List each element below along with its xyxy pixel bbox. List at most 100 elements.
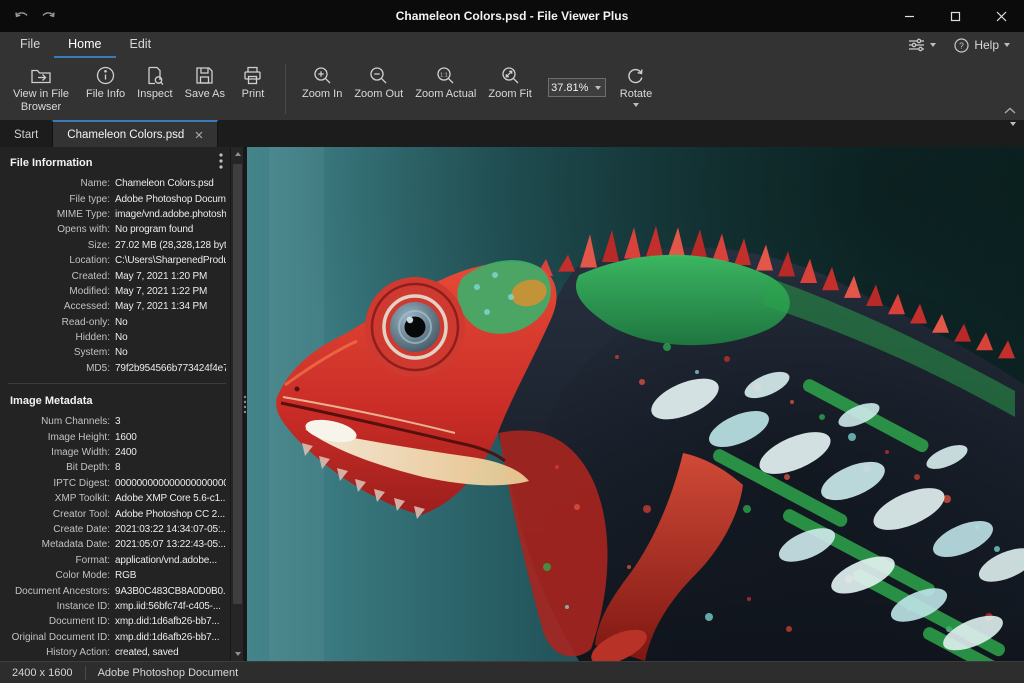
metadata-row: Hidden:No (8, 330, 226, 345)
scroll-down-button[interactable] (231, 647, 243, 661)
menu-home[interactable]: Home (54, 32, 115, 58)
inspect-button[interactable]: Inspect (131, 62, 178, 104)
chevron-down-icon (633, 103, 639, 107)
field-label: History Action: (8, 647, 110, 658)
field-value: May 7, 2021 1:20 PM (115, 271, 226, 282)
tab-start[interactable]: Start (0, 120, 52, 147)
field-value: No (115, 347, 226, 358)
redo-button[interactable] (40, 9, 56, 23)
help-button[interactable]: ? Help (954, 38, 1010, 53)
field-label: Color Mode: (8, 570, 110, 581)
menu-file[interactable]: File (6, 32, 54, 58)
metadata-row: Creator Tool: Adobe Photoshop CC 2... (8, 506, 226, 521)
print-icon (242, 65, 263, 86)
metadata-row: System: No (8, 345, 226, 360)
field-label: XMP Toolkit: (8, 493, 110, 504)
collapse-ribbon-button[interactable] (1004, 102, 1016, 117)
field-value: Adobe Photoshop CC 2... (115, 509, 226, 520)
save-as-button[interactable]: Save As (179, 62, 231, 104)
metadata-row: Create Date:2021:03:22 14:34:07-05:... (8, 522, 226, 537)
field-label: Read-only: (8, 317, 110, 328)
field-label: Creator Tool: (8, 509, 110, 520)
file-viewer-plus-window: Chameleon Colors.psd - File Viewer Plus … (0, 0, 1024, 683)
field-label: Created: (8, 271, 110, 282)
metadata-row: Size:27.02 MB (28,328,128 bytes) (8, 238, 226, 253)
view-in-file-browser-button[interactable]: View in File Browser (2, 62, 80, 116)
metadata-row: Image Width:2400 (8, 445, 226, 460)
chevron-down-icon (1010, 122, 1016, 141)
svg-text:1:1: 1:1 (440, 72, 448, 78)
panel-menu-button[interactable] (219, 153, 223, 172)
field-label: Create Date: (8, 524, 110, 535)
zoom-fit-button[interactable]: Zoom Fit (482, 62, 537, 104)
section-title: Image Metadata (10, 395, 226, 407)
info-icon (95, 65, 116, 86)
tab-close-button[interactable] (195, 131, 203, 139)
field-label: Document Ancestors: (8, 586, 110, 597)
metadata-row: Color Mode:RGB (8, 568, 226, 583)
help-label: Help (974, 38, 999, 52)
metadata-row: Format:application/vnd.adobe... (8, 553, 226, 568)
zoom-actual-button[interactable]: 1:1 Zoom Actual (409, 62, 482, 104)
field-label: File type: (8, 194, 110, 205)
field-value: image/vnd.adobe.photoshop (115, 209, 226, 220)
panel-section: File InformationName:Chameleon Colors.ps… (8, 157, 226, 376)
field-value: 8 (115, 462, 226, 473)
scrollbar-thumb[interactable] (233, 164, 242, 604)
field-label: Opens with: (8, 224, 110, 235)
save-icon (194, 65, 215, 86)
inspect-icon (144, 65, 165, 86)
field-value: 79f2b954566b773424f4e7e247c... (115, 363, 226, 374)
settings-button[interactable] (908, 38, 936, 52)
zoom-level-dropdown[interactable] (591, 79, 605, 96)
zoom-in-button[interactable]: Zoom In (296, 62, 348, 104)
metadata-row: Metadata Date:2021:05:07 13:22:43-05:... (8, 537, 226, 552)
rotate-button[interactable]: Rotate (614, 62, 658, 110)
field-label: MD5: (8, 363, 110, 374)
field-label: System: (8, 347, 110, 358)
metadata-panel: File InformationName:Chameleon Colors.ps… (0, 147, 243, 661)
tab-list-dropdown[interactable] (1010, 126, 1016, 141)
image-viewer[interactable] (247, 147, 1024, 661)
metadata-row: IPTC Digest:00000000000000000000000... (8, 476, 226, 491)
tab-chameleon-colors[interactable]: Chameleon Colors.psd (52, 120, 218, 147)
field-value: 2400 (115, 447, 226, 458)
print-button[interactable]: Print (231, 62, 275, 104)
field-label: Location: (8, 255, 110, 266)
zoom-in-icon (312, 65, 333, 86)
metadata-row: MIME Type:image/vnd.adobe.photoshop (8, 207, 226, 222)
minimize-button[interactable] (886, 0, 932, 32)
zoom-fit-icon (500, 65, 521, 86)
field-value: 27.02 MB (28,328,128 bytes) (115, 240, 226, 251)
folder-browse-icon (30, 65, 52, 86)
svg-text:?: ? (959, 40, 964, 50)
section-title: File Information (10, 157, 226, 169)
file-info-button[interactable]: File Info (80, 62, 131, 104)
panel-scrollbar[interactable] (230, 147, 243, 661)
statusbar: 2400 x 1600 Adobe Photoshop Document (0, 661, 1024, 683)
field-value: 9A3B0C483CB8A0D0B0... (115, 586, 226, 597)
metadata-row: Instance ID: xmp.iid:56bfc74f-c405-... (8, 599, 226, 614)
zoom-out-button[interactable]: Zoom Out (348, 62, 409, 104)
undo-button[interactable] (14, 9, 30, 23)
metadata-row: Accessed:May 7, 2021 1:34 PM (8, 299, 226, 314)
field-label: Metadata Date: (8, 539, 110, 550)
field-label: Num Channels: (8, 416, 110, 427)
field-value: xmp.iid:56bfc74f-c405-... (115, 601, 226, 612)
sliders-icon (908, 38, 925, 52)
field-value: xmp.did:1d6afb26-bb7... (115, 616, 226, 627)
metadata-row: Original Document ID:xmp.did:1d6afb26-bb… (8, 630, 226, 645)
field-label: Instance ID: (8, 601, 110, 612)
zoom-level-input[interactable]: 37.81% (549, 82, 591, 94)
content-area: File InformationName:Chameleon Colors.ps… (0, 147, 1024, 661)
menu-edit[interactable]: Edit (116, 32, 166, 58)
maximize-button[interactable] (932, 0, 978, 32)
field-label: Bit Depth: (8, 462, 110, 473)
close-button[interactable] (978, 0, 1024, 32)
field-label: Document ID: (8, 616, 110, 627)
scroll-up-button[interactable] (231, 147, 243, 161)
field-value: No (115, 317, 226, 328)
field-value: Adobe Photoshop Document (... (115, 194, 226, 205)
image-dimensions: 2400 x 1600 (0, 667, 85, 679)
metadata-row: MD5: 79f2b954566b773424f4e7e247c... (8, 361, 226, 376)
